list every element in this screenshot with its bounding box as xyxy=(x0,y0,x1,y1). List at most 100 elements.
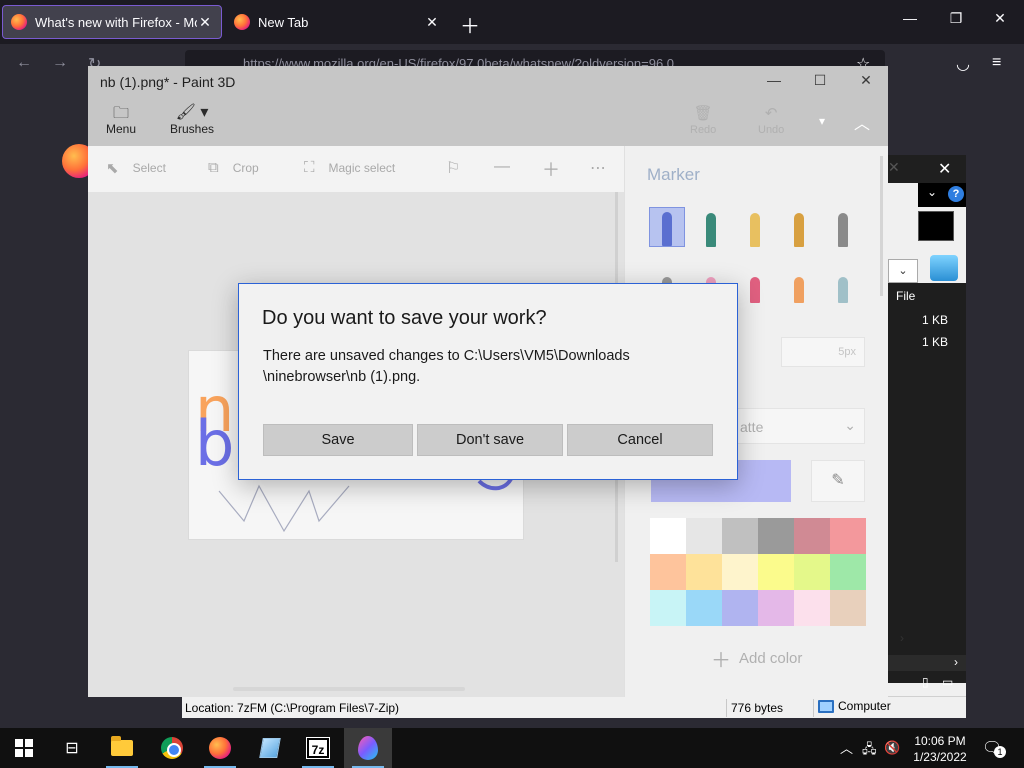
brush-option[interactable] xyxy=(693,207,729,247)
close-tab-icon[interactable]: ✕ xyxy=(424,14,440,31)
cancel-button[interactable]: Cancel xyxy=(567,424,713,456)
color-swatch[interactable] xyxy=(794,590,830,626)
help-icon[interactable]: ? xyxy=(948,186,964,202)
redo-button[interactable]: 🗑 Redo xyxy=(690,104,716,136)
close-icon[interactable]: ✕ xyxy=(938,159,951,179)
taskbar-notepad[interactable] xyxy=(246,728,294,768)
view-icon[interactable]: ▯ xyxy=(922,675,929,689)
color-swatch[interactable] xyxy=(650,590,686,626)
add-color-button[interactable]: ＋ Add color xyxy=(711,644,802,673)
minimize-icon[interactable]: — xyxy=(900,10,920,26)
color-swatch[interactable] xyxy=(686,518,722,554)
new-tab-button[interactable]: ＋ xyxy=(460,10,480,39)
dialog-message: There are unsaved changes to C:\Users\VM… xyxy=(263,348,630,385)
color-swatch[interactable] xyxy=(830,554,866,590)
pocket-icon[interactable]: ◡ xyxy=(956,54,970,74)
maximize-icon[interactable]: ☐ xyxy=(810,72,830,89)
firefox-icon xyxy=(11,14,27,30)
close-icon[interactable]: ✕ xyxy=(888,159,900,176)
more-options-icon[interactable]: ⋯ xyxy=(590,158,606,178)
color-swatch[interactable] xyxy=(722,518,758,554)
menu-button[interactable]: 🗀 Menu xyxy=(106,102,136,136)
zoom-in-icon[interactable]: ＋ xyxy=(542,156,560,182)
network-icon[interactable]: 🖧 xyxy=(862,740,877,762)
taskbar-file-explorer[interactable] xyxy=(98,728,146,768)
color-swatch[interactable] xyxy=(722,554,758,590)
brush-option[interactable] xyxy=(737,207,773,247)
restore-icon[interactable]: ❐ xyxy=(946,10,966,27)
hamburger-menu-icon[interactable]: ≡ xyxy=(992,54,1001,72)
volume-muted-icon[interactable]: 🔇 xyxy=(884,740,900,756)
firefox-icon xyxy=(209,737,231,759)
color-swatch[interactable] xyxy=(650,518,686,554)
size-input[interactable]: 5px xyxy=(781,337,865,367)
taskbar-7zip[interactable]: 7z xyxy=(294,728,342,768)
brush-tip-icon xyxy=(838,213,848,247)
brushes-button[interactable]: 🖌 ▾ Brushes xyxy=(170,102,214,136)
address-field[interactable] xyxy=(918,211,954,241)
dropdown-chevron-icon[interactable]: ⌄ xyxy=(888,259,918,283)
taskbar-firefox[interactable] xyxy=(196,728,244,768)
color-swatch[interactable] xyxy=(722,590,758,626)
undo-button[interactable]: ↶ Undo xyxy=(758,104,784,136)
brush-option[interactable] xyxy=(737,263,773,303)
dont-save-button[interactable]: Don't save xyxy=(417,424,563,456)
start-button[interactable] xyxy=(0,728,48,768)
view-icon[interactable]: ▭ xyxy=(942,675,953,689)
forward-arrow-icon[interactable]: → xyxy=(52,54,68,72)
brush-tip-icon xyxy=(750,277,760,303)
chevron-up-icon[interactable]: ︿ xyxy=(840,738,853,757)
tab-whats-new[interactable]: What's new with Firefox - More ✕ xyxy=(2,5,222,39)
brush-option[interactable] xyxy=(781,263,817,303)
color-swatch[interactable] xyxy=(758,518,794,554)
horizontal-scrollbar[interactable] xyxy=(233,687,465,691)
save-button[interactable]: Save xyxy=(263,424,413,456)
scroll-right-icon[interactable]: › xyxy=(900,631,904,645)
brush-option[interactable] xyxy=(825,263,861,303)
minimize-icon[interactable]: — xyxy=(764,72,784,88)
color-swatch[interactable] xyxy=(830,590,866,626)
color-swatch[interactable] xyxy=(686,554,722,590)
chevron-down-icon[interactable]: ⌄ xyxy=(927,185,937,199)
chevron-down-icon[interactable]: ▾ xyxy=(819,114,825,128)
eyedropper-button[interactable]: ✎ xyxy=(811,460,865,502)
tab-new-tab[interactable]: New Tab ✕ xyxy=(226,5,448,39)
ribbon: 🗀 Menu 🖌 ▾ Brushes 🗑 Redo ↶ Undo ▾ ︿ xyxy=(88,98,888,146)
color-swatch[interactable] xyxy=(794,518,830,554)
brush-option[interactable] xyxy=(781,207,817,247)
taskbar-chrome[interactable] xyxy=(148,728,196,768)
brush-tip-icon xyxy=(838,277,848,303)
chevron-up-icon[interactable]: ︿ xyxy=(854,110,870,134)
scroll-right-icon[interactable]: › xyxy=(954,655,958,669)
close-icon[interactable]: ✕ xyxy=(856,72,876,89)
brush-option[interactable] xyxy=(825,207,861,247)
magic-select-tool[interactable]: ⛶ Magic select xyxy=(304,159,395,176)
add-color-label: Add color xyxy=(739,650,803,667)
sevenzip-icon: 7z xyxy=(306,737,330,759)
palette-dropdown[interactable]: atte ⌄ xyxy=(737,408,865,444)
color-swatch[interactable] xyxy=(794,554,830,590)
plus-icon: ＋ xyxy=(711,650,731,672)
color-swatch[interactable] xyxy=(686,590,722,626)
file-size: 1 KB xyxy=(922,335,949,349)
close-window-icon[interactable]: ✕ xyxy=(990,10,1010,27)
flag-icon[interactable]: ⚐ xyxy=(446,158,460,178)
color-swatch[interactable] xyxy=(650,554,686,590)
crop-tool[interactable]: ⧉ Crop xyxy=(208,159,259,176)
task-view-button[interactable]: ⊟ xyxy=(48,728,96,768)
undo-label: Undo xyxy=(758,124,785,136)
zoom-out-icon[interactable]: — xyxy=(494,158,510,176)
brush-option[interactable] xyxy=(649,207,685,247)
column-header-file[interactable]: File xyxy=(896,289,915,303)
color-swatch[interactable] xyxy=(758,554,794,590)
color-swatch[interactable] xyxy=(830,518,866,554)
magic-select-label: Magic select xyxy=(328,160,396,175)
color-swatch[interactable] xyxy=(758,590,794,626)
taskbar-clock[interactable]: 10:06 PM 1/23/2022 xyxy=(908,733,972,765)
panel-scrollbar[interactable] xyxy=(880,156,883,296)
taskbar-paint3d[interactable] xyxy=(344,728,392,768)
shell-icon[interactable] xyxy=(930,255,958,281)
back-arrow-icon[interactable]: ← xyxy=(16,54,32,72)
close-tab-icon[interactable]: ✕ xyxy=(197,14,213,31)
select-tool[interactable]: ⬉ Select xyxy=(106,159,166,177)
